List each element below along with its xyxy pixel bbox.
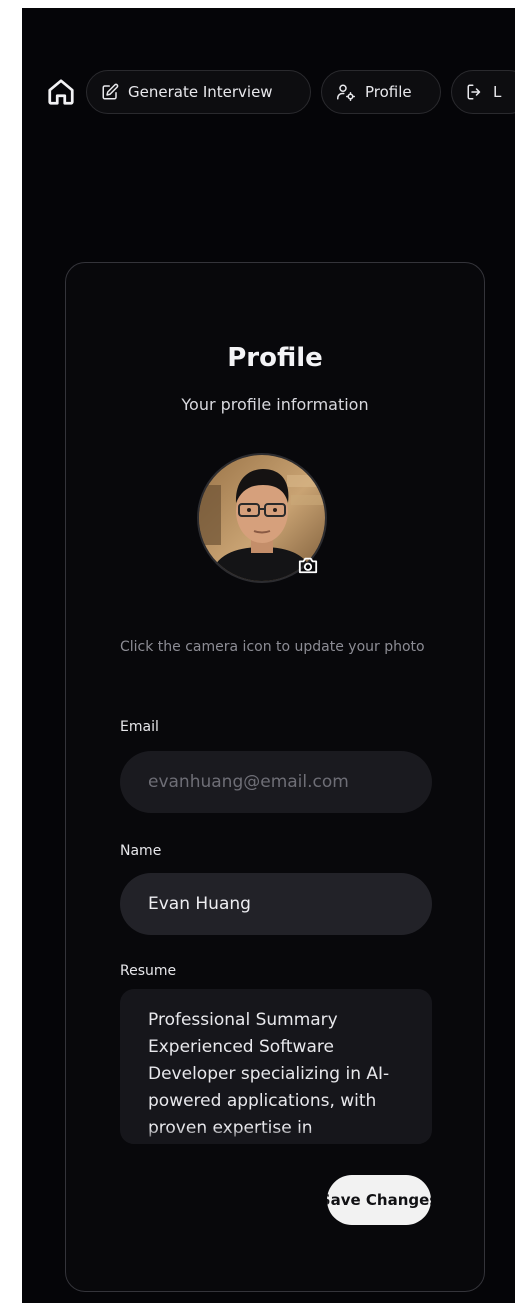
home-icon xyxy=(48,79,74,105)
logout-icon xyxy=(467,84,481,100)
profile-nav-label: Profile xyxy=(365,83,412,101)
edit-icon xyxy=(102,83,119,100)
page-title: Profile xyxy=(227,343,323,373)
top-nav: Generate Interview Profile L xyxy=(44,68,515,116)
profile-nav-button[interactable]: Profile xyxy=(321,70,441,114)
resume-textarea[interactable]: Professional Summary Experienced Softwar… xyxy=(120,989,432,1144)
name-field[interactable]: Evan Huang xyxy=(120,873,432,935)
email-label: Email xyxy=(120,719,159,735)
photo-hint: Click the camera icon to update your pho… xyxy=(120,639,425,655)
generate-interview-label: Generate Interview xyxy=(128,83,273,101)
profile-card: Profile Your profile information Click t… xyxy=(65,262,485,1292)
avatar-container xyxy=(197,453,327,583)
camera-icon xyxy=(298,557,318,574)
email-field[interactable]: evanhuang@email.com xyxy=(120,751,432,813)
user-icon xyxy=(337,84,355,101)
resume-label: Resume xyxy=(120,963,177,979)
logout-label: L xyxy=(493,83,502,101)
home-button[interactable] xyxy=(44,75,78,109)
name-label: Name xyxy=(120,843,162,859)
logout-button[interactable]: L xyxy=(451,70,515,114)
resume-fade xyxy=(120,1128,432,1144)
save-changes-button[interactable]: Save Changes xyxy=(327,1175,431,1225)
page-subtitle: Your profile information xyxy=(181,395,369,414)
camera-button[interactable] xyxy=(295,553,321,577)
app-window: Generate Interview Profile L Profile You… xyxy=(22,8,515,1303)
generate-interview-button[interactable]: Generate Interview xyxy=(86,70,311,114)
